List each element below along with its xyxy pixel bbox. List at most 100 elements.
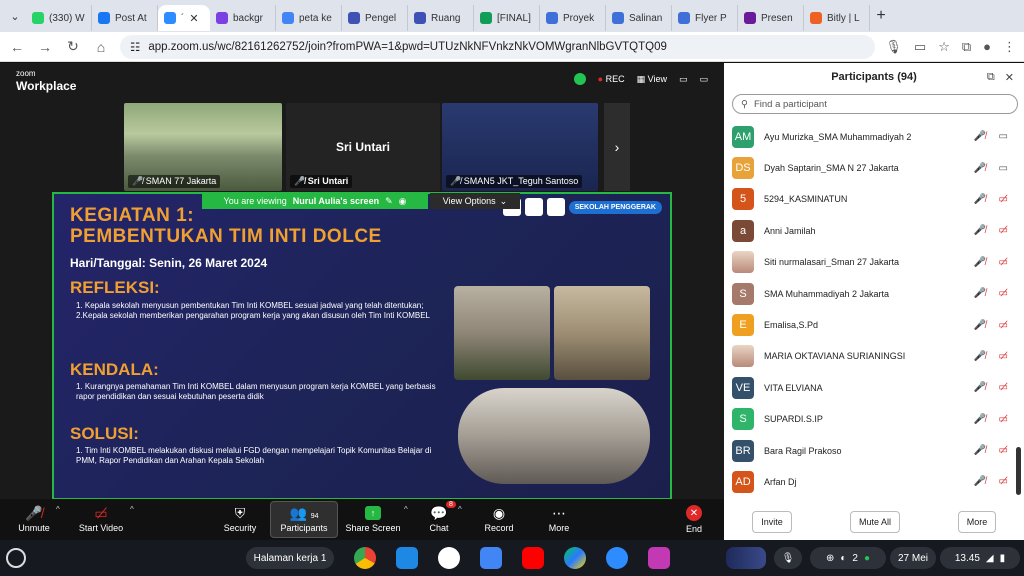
participant-row[interactable]: a Anni Jamilah 🎤̸ ▭̸ (724, 215, 1016, 246)
participant-row[interactable]: MARIA OKTAVIANA SURIANINGSI 🎤̸ ▭̸ (724, 341, 1016, 372)
refleksi-item-2: 2.Kepala sekolah memberikan pengarahan p… (76, 311, 430, 320)
participant-row[interactable]: AD Arfan Dj 🎤̸ ▭̸ (724, 466, 1016, 497)
fullscreen-icon[interactable]: ▭ (699, 74, 708, 85)
browser-tab[interactable]: Bitly | L (804, 5, 870, 31)
audio-options-caret-icon[interactable]: ^ (56, 505, 60, 514)
recording-indicator[interactable]: ● REC (598, 74, 625, 84)
site-settings-icon[interactable]: ☷ (130, 40, 140, 54)
home-icon[interactable]: ⌂ (92, 39, 110, 55)
more-button[interactable]: ⋯ More (542, 501, 576, 538)
browser-menu-icon[interactable]: ⋮ (1003, 39, 1016, 55)
gmail-icon[interactable] (438, 547, 460, 569)
files-icon[interactable] (396, 547, 418, 569)
chrome-icon[interactable] (354, 547, 376, 569)
browser-tab[interactable]: Proyek (540, 5, 606, 31)
muted-mic-icon: 🎤̸ (973, 162, 986, 174)
new-tab-icon[interactable]: + (870, 7, 892, 25)
panel-more-button[interactable]: More (958, 511, 996, 533)
forward-icon[interactable]: → (36, 39, 54, 55)
workspace-button[interactable]: Halaman kerja 1 (246, 547, 334, 569)
video-thumb-sman5[interactable]: 🎤̸ SMAN5 JKT_Teguh Santoso (442, 103, 598, 191)
participants-panel: Participants (94) ⧉ ✕ ⚲ Find a participa… (724, 63, 1024, 540)
mic-tray-icon[interactable]: 🎙 (774, 547, 802, 569)
slide-photo-3 (458, 388, 650, 484)
muted-mic-icon: 🎤̸ (973, 382, 986, 394)
end-button[interactable]: ✕ End (678, 501, 710, 538)
screen-recorder-icon[interactable] (648, 547, 670, 569)
participants-button[interactable]: 👥 94 Participants (270, 501, 338, 538)
record-dot-icon[interactable]: ◉ (399, 196, 407, 207)
profile-icon[interactable]: ● (983, 39, 991, 55)
view-options-button[interactable]: View Options ⌄ (430, 193, 520, 209)
address-bar[interactable]: ☷ app.zoom.us/wc/82161262752/join?fromPW… (120, 34, 876, 59)
logo-icon (524, 198, 543, 216)
share-options-caret-icon[interactable]: ^ (404, 505, 408, 514)
browser-tab[interactable]: peta ke (276, 5, 342, 31)
browser-tab[interactable]: Pengel (342, 5, 408, 31)
video-options-caret-icon[interactable]: ^ (130, 505, 134, 514)
participant-row[interactable]: BR Bara Ragil Prakoso 🎤̸ ▭̸ (724, 435, 1016, 466)
participant-row[interactable]: S SUPARDI.S.IP 🎤̸ ▭̸ (724, 404, 1016, 435)
youtube-icon[interactable] (522, 547, 544, 569)
security-button[interactable]: ⛨ Security (220, 501, 260, 538)
tab-favicon-icon (216, 12, 228, 24)
browser-tab[interactable]: backgr (210, 5, 276, 31)
browser-tab[interactable]: [FINAL] (474, 5, 540, 31)
muted-mic-icon: 🎤̸ (25, 505, 43, 521)
notification-tray[interactable]: ⊕ ◐ 2 ● (810, 547, 886, 569)
video-preview-icon[interactable] (726, 547, 766, 569)
invite-button[interactable]: Invite (752, 511, 792, 533)
video-thumb-sri-untari[interactable]: Sri Untari 🎤̸ Sri Untari (286, 103, 440, 191)
participant-row[interactable]: VE VITA ELVIANA 🎤̸ ▭̸ (724, 372, 1016, 403)
browser-tab[interactable]: (330) W (26, 5, 92, 31)
search-icon: ⚲ (741, 98, 748, 110)
unmute-button[interactable]: 🎤̸ Unmute (14, 501, 54, 538)
thumb-name: Sri Untari (307, 176, 349, 186)
browser-tab[interactable]: Salinan (606, 5, 672, 31)
launcher-icon[interactable] (6, 548, 26, 568)
minimize-window-icon[interactable]: ▭ (679, 74, 688, 85)
next-page-chevron-icon[interactable]: › (604, 103, 630, 191)
microphone-icon[interactable]: 🎙 (885, 39, 902, 55)
system-tray-time[interactable]: 13.45 ◢ ▮ (940, 547, 1020, 569)
reload-icon[interactable]: ↻ (64, 38, 82, 55)
start-video-button[interactable]: ▭̸ Start Video (74, 501, 128, 538)
video-thumb-sman77[interactable]: 🎤̸ SMAN 77 Jakarta (124, 103, 282, 191)
participant-row[interactable]: E Emalisa,S.Pd 🎤̸ ▭̸ (724, 309, 1016, 340)
browser-tab[interactable]: Ruang (408, 5, 474, 31)
cast-icon[interactable]: ▭ (914, 39, 926, 55)
docs-icon[interactable] (480, 547, 502, 569)
browser-tab[interactable]: Presen (738, 5, 804, 31)
pop-out-icon[interactable]: ⧉ (987, 71, 995, 84)
back-icon[interactable]: ← (8, 39, 26, 55)
browser-tab[interactable]: Post At (92, 5, 158, 31)
annotate-icon[interactable]: ✎ (385, 196, 393, 207)
share-screen-button[interactable]: ↑ Share Screen (344, 501, 402, 538)
participant-search-input[interactable]: ⚲ Find a participant (732, 94, 1018, 114)
chat-options-caret-icon[interactable]: ^ (458, 505, 462, 514)
participant-row[interactable]: S SMA Muhammadiyah 2 Jakarta 🎤̸ ▭̸ (724, 278, 1016, 309)
participant-row[interactable]: Siti nurmalasari_Sman 27 Jakarta 🎤̸ ▭̸ (724, 247, 1016, 278)
mute-all-button[interactable]: Mute All (850, 511, 900, 533)
close-icon[interactable]: ✕ (1005, 71, 1014, 84)
browser-tab[interactable]: ´ ✕ (158, 5, 210, 31)
bookmark-star-icon[interactable]: ☆ (938, 39, 950, 55)
participant-row[interactable]: AM Ayu Murizka_SMA Muhammadiyah 2 🎤̸ ▭ (724, 121, 1016, 152)
participant-row[interactable]: DS Dyah Saptarin_SMA N 27 Jakarta 🎤̸ ▭ (724, 152, 1016, 183)
scrollbar[interactable] (1016, 447, 1021, 495)
zoom-app-icon[interactable] (606, 547, 628, 569)
play-store-icon[interactable] (564, 547, 586, 569)
tab-search-chevron-icon[interactable]: ⌄ (4, 5, 26, 27)
browser-tab[interactable]: Flyer P (672, 5, 738, 31)
encryption-shield-icon[interactable] (573, 73, 586, 85)
participant-row[interactable]: 5 5294_KASMINATUN 🎤̸ ▭̸ (724, 184, 1016, 215)
date-indicator[interactable]: 27 Mei (890, 547, 936, 569)
chat-button[interactable]: 8 💬 Chat (424, 501, 456, 538)
extensions-icon[interactable]: ⧉ (962, 39, 971, 55)
view-button[interactable]: ▦ View (637, 74, 667, 85)
video-off-icon: ▭̸ (998, 193, 1008, 205)
close-tab-icon[interactable]: ✕ (189, 12, 198, 25)
end-label: End (685, 524, 702, 534)
record-button[interactable]: ◉ Record (480, 501, 518, 538)
video-off-icon: ▭̸ (998, 476, 1008, 488)
